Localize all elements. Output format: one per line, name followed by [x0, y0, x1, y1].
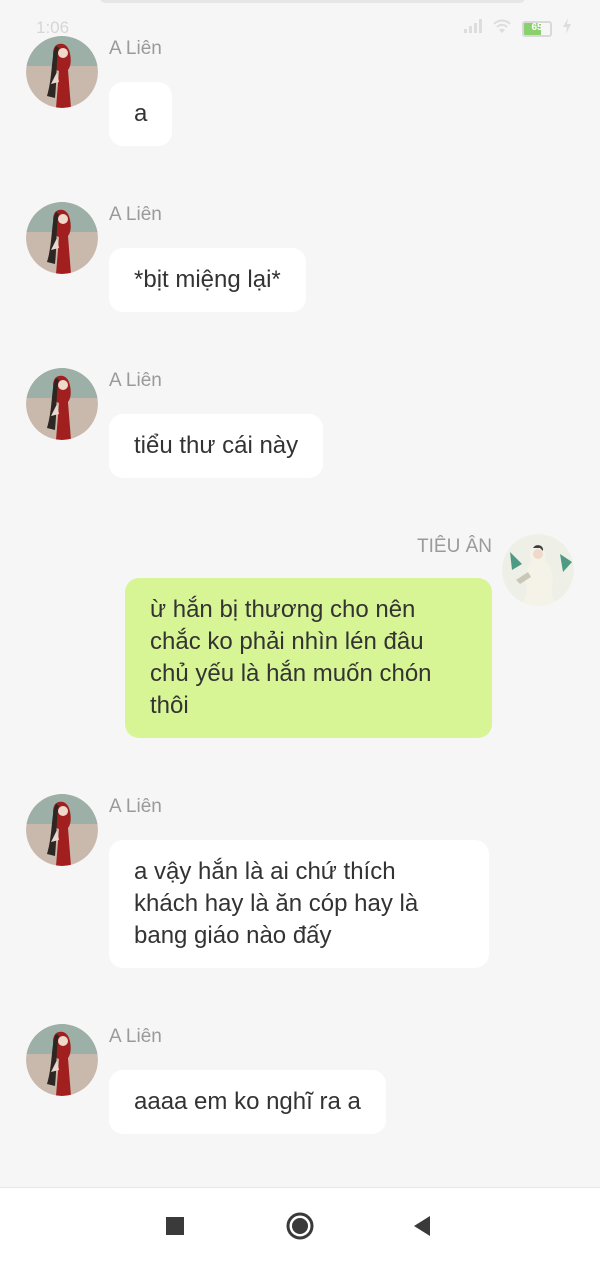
back-button[interactable] — [402, 1208, 442, 1248]
message-bubble[interactable]: *bịt miệng lại* — [109, 248, 306, 312]
square-icon — [165, 1216, 185, 1241]
message-bubble[interactable]: tiểu thư cái này — [109, 414, 324, 478]
home-button[interactable] — [280, 1208, 320, 1248]
circle-icon — [285, 1211, 315, 1246]
sender-name: TIÊU ÂN — [417, 536, 492, 557]
sender-name: A Liên — [109, 1026, 162, 1047]
sender-name: A Liên — [109, 38, 162, 59]
recent-apps-button[interactable] — [155, 1208, 195, 1248]
avatar[interactable] — [26, 202, 98, 274]
message-bubble[interactable]: a — [109, 82, 173, 146]
triangle-back-icon — [412, 1215, 432, 1242]
avatar[interactable] — [26, 36, 98, 108]
avatar[interactable] — [26, 794, 98, 866]
sender-name: A Liên — [109, 796, 162, 817]
message-bubble[interactable]: a vậy hắn là ai chứ thích khách hay là ă… — [109, 840, 489, 968]
sender-name: A Liên — [109, 370, 162, 391]
navigation-bar — [0, 1187, 600, 1268]
avatar[interactable] — [26, 1024, 98, 1096]
avatar[interactable] — [502, 534, 574, 606]
sender-name: A Liên — [109, 204, 162, 225]
message-bubble[interactable]: ừ hắn bị thương cho nên chắc ko phải nhì… — [125, 578, 492, 738]
avatar[interactable] — [26, 368, 98, 440]
message-bubble[interactable]: aaaa em ko nghĩ ra a — [109, 1070, 386, 1134]
chat-area[interactable]: A Liên a A Liên *bịt miệng lại* A Liên t… — [0, 0, 600, 1187]
